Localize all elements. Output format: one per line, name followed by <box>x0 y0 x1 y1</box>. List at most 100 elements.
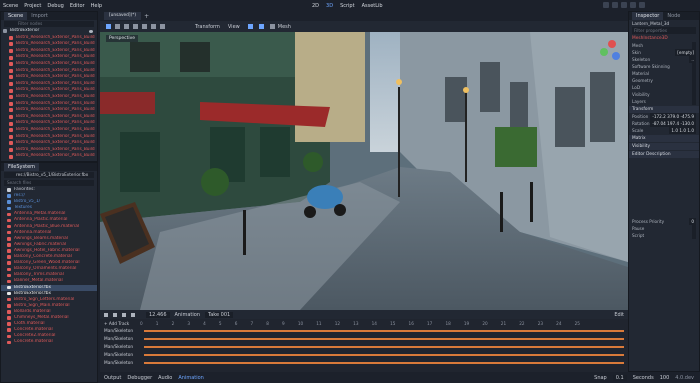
scene-tree-node[interactable]: Bistro_Research_Exterior_Paris_Build <box>1 147 97 154</box>
track-keys[interactable] <box>144 354 624 356</box>
search-files-input[interactable]: Search files <box>4 180 94 186</box>
scene-tree-node[interactable]: Bistro_Research_Exterior_Paris_Build <box>1 41 97 48</box>
animation-track[interactable]: Man/Skeleton <box>100 351 628 359</box>
play-custom-icon[interactable] <box>639 2 645 8</box>
file-item[interactable]: Concrete.material <box>1 339 97 345</box>
scene-tree-node[interactable]: Bistro_Research_Exterior_Paris_Build <box>1 140 97 147</box>
scale-tool-icon[interactable] <box>133 24 138 29</box>
main-screen-2d[interactable]: 2D <box>312 3 319 9</box>
tab-import[interactable]: Import <box>27 12 52 20</box>
play-backwards-icon[interactable] <box>104 312 108 317</box>
property-value[interactable] <box>692 42 696 49</box>
track-keys[interactable] <box>144 330 624 332</box>
path-field[interactable]: res://Bistro_v5_1/BistroExterior.fbx <box>4 172 94 178</box>
track-keys[interactable] <box>144 362 624 364</box>
menu-editor[interactable]: Editor <box>70 3 85 9</box>
scene-tab[interactable]: [unsaved](*) <box>104 12 142 20</box>
group-icon[interactable] <box>160 24 165 29</box>
animation-track[interactable]: Man/Skeleton <box>100 343 628 351</box>
track-keys[interactable] <box>144 338 624 340</box>
play-icon[interactable] <box>603 2 609 8</box>
filter-nodes-input[interactable]: Filter nodes <box>4 21 94 27</box>
property-value[interactable]: -87.04 197.4 -130.0 <box>650 120 696 127</box>
property-value[interactable] <box>692 84 696 91</box>
scene-tree-node[interactable]: Bistro_Research_Exterior_Paris_Build <box>1 74 97 81</box>
property-row[interactable]: Position -172.2 379.0 -475.9 <box>629 113 699 120</box>
property-row[interactable]: LoD <box>629 84 699 91</box>
property-value[interactable] <box>692 91 696 98</box>
main-screen-script[interactable]: Script <box>340 3 355 9</box>
transform-menu[interactable]: Transform <box>195 24 220 30</box>
view-menu[interactable]: View <box>228 24 240 30</box>
play-scene-icon[interactable] <box>630 2 636 8</box>
move-tool-icon[interactable] <box>115 24 120 29</box>
snap-label[interactable]: Snap <box>594 375 607 381</box>
scene-tree-node[interactable]: Bistro_Research_Exterior_Paris_Build <box>1 48 97 55</box>
property-row[interactable]: Geometry <box>629 77 699 84</box>
visibility-icon[interactable] <box>89 29 93 33</box>
lock-icon[interactable] <box>151 24 156 29</box>
property-value[interactable] <box>692 232 696 239</box>
scene-tree-node[interactable]: Bistro_Research_Exterior_Paris_Build <box>1 101 97 108</box>
tab-inspector[interactable]: Inspector <box>632 12 664 20</box>
property-row[interactable]: Script <box>629 232 699 239</box>
property-value[interactable]: 0 <box>689 218 696 225</box>
property-row[interactable]: Software Skinning <box>629 63 699 70</box>
menu-scene[interactable]: Scene <box>3 3 18 9</box>
animation-length-field[interactable]: 12.466 <box>146 311 170 318</box>
play-icon-anim[interactable] <box>113 312 117 317</box>
property-row[interactable]: Rotation -87.04 197.4 -130.0 <box>629 120 699 127</box>
animation-label[interactable]: Animation <box>175 312 201 318</box>
property-row[interactable]: Layers <box>629 98 699 105</box>
property-value[interactable]: [empty] <box>675 49 696 56</box>
scene-tree-node[interactable]: Bistro_Research_Exterior_Paris_Build <box>1 54 97 61</box>
filter-properties-input[interactable]: Filter properties <box>632 27 696 34</box>
rotate-tool-icon[interactable] <box>124 24 129 29</box>
scene-tree-node[interactable]: Bistro_Research_Exterior_Paris_Build <box>1 81 97 88</box>
select-tool-icon[interactable] <box>106 24 111 29</box>
sun-icon[interactable] <box>247 24 253 29</box>
scene-tree-node[interactable]: Bistro_Research_Exterior_Paris_Build <box>1 61 97 68</box>
scene-tree-node[interactable]: Bistro_Research_Exterior_Paris_Build <box>1 134 97 141</box>
tab-node[interactable]: Node <box>663 12 684 20</box>
menu-debug[interactable]: Debug <box>47 3 63 9</box>
animation-track[interactable]: Man/Skeleton <box>100 327 628 335</box>
inspected-node-name[interactable]: Lantern_Metal_3d <box>629 20 699 27</box>
scene-tree-node[interactable]: Bistro_Research_Exterior_Paris_Build <box>1 107 97 114</box>
property-row[interactable]: Pause <box>629 225 699 232</box>
property-value[interactable] <box>692 225 696 232</box>
property-value[interactable] <box>692 77 696 84</box>
property-row[interactable]: Process Priority 0 <box>629 218 699 225</box>
property-value[interactable] <box>692 70 696 77</box>
property-value[interactable]: -172.2 379.0 -475.9 <box>650 113 696 120</box>
tab-debugger[interactable]: Debugger <box>127 375 152 381</box>
property-value[interactable]: 1.0 1.0 1.0 <box>669 127 696 134</box>
scene-tree-node[interactable]: BistroExterior <box>1 28 97 35</box>
menu-project[interactable]: Project <box>24 3 41 9</box>
tab-animation[interactable]: Animation <box>178 375 204 381</box>
perspective-label[interactable]: Perspective <box>106 35 139 42</box>
property-row[interactable]: Skin [empty] <box>629 49 699 56</box>
section-editor-description[interactable]: Editor Description <box>629 151 699 158</box>
timeline-ruler[interactable]: 0 1 2 3 4 5 6 7 8 9 10 11 12 13 14 15 16 17 18 19 20 21 22 23 24… <box>140 321 628 326</box>
tab-filesystem[interactable]: FileSystem <box>4 163 40 171</box>
tab-audio[interactable]: Audio <box>158 375 172 381</box>
scene-tree-node[interactable]: Bistro_Research_Exterior_Paris_Build <box>1 114 97 121</box>
property-value[interactable] <box>692 63 696 70</box>
mesh-menu[interactable]: Mesh <box>278 24 291 30</box>
scene-tree-node[interactable]: Bistro_Research_Exterior_Paris_Build <box>1 94 97 101</box>
add-track-button[interactable]: + Add Track <box>100 321 140 326</box>
property-row[interactable]: Scale 1.0 1.0 1.0 <box>629 127 699 134</box>
snap-unit-select[interactable]: Seconds <box>633 375 654 381</box>
3d-viewport[interactable]: Perspective <box>100 32 628 310</box>
scene-tree-node[interactable]: Bistro_Research_Exterior_Paris_Build <box>1 153 97 160</box>
add-tab-icon[interactable]: + <box>144 13 149 20</box>
section-visibility[interactable]: Visibility <box>629 143 699 150</box>
main-screen-assetlib[interactable]: AssetLib <box>362 3 383 9</box>
scene-tree-node[interactable]: Bistro_Research_Exterior_Paris_Build <box>1 35 97 42</box>
property-row[interactable]: Skeleton.. <box>629 56 699 63</box>
stop-icon[interactable] <box>621 2 627 8</box>
zoom-field[interactable]: 100 <box>660 375 670 381</box>
section-matrix[interactable]: Matrix <box>629 135 699 142</box>
stop-icon-anim[interactable] <box>122 312 126 317</box>
